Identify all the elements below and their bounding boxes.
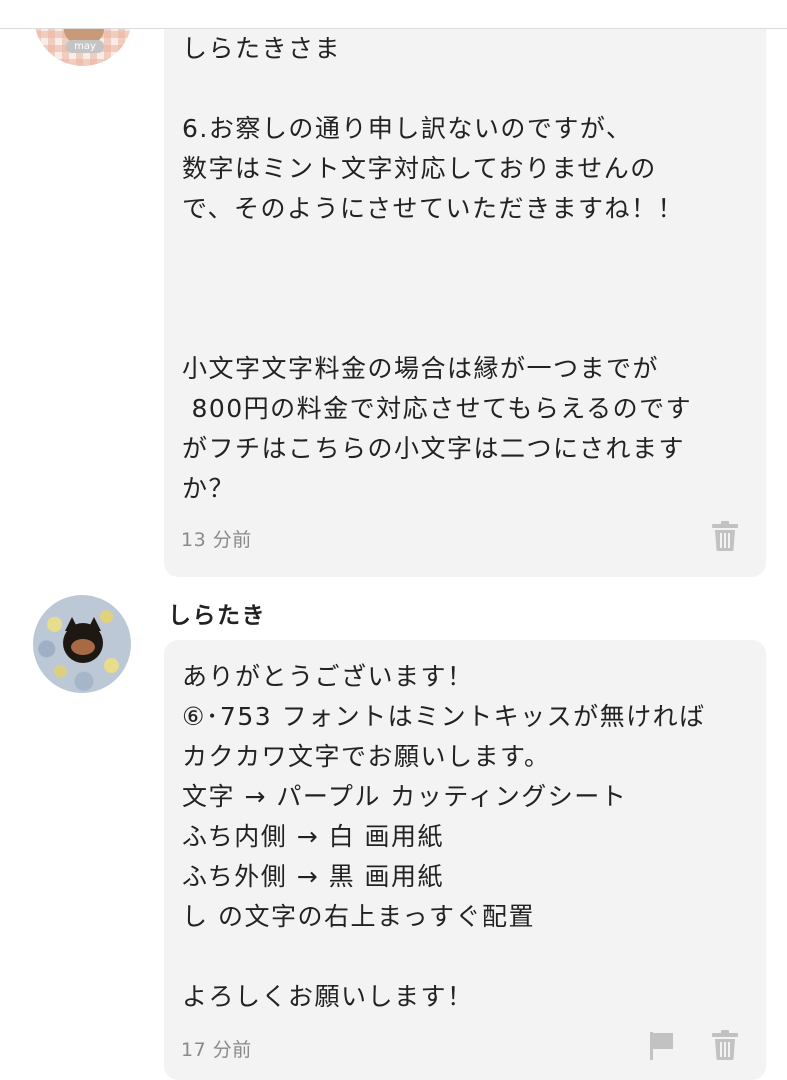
dog-face: [71, 639, 95, 655]
message-timestamp: 13 分前: [181, 529, 252, 551]
trash-icon[interactable]: [710, 520, 740, 552]
avatar[interactable]: [33, 595, 131, 693]
sender-name[interactable]: しらたき: [168, 596, 266, 630]
message-timestamp: 17 分前: [181, 1039, 252, 1061]
flag-icon[interactable]: [646, 1029, 676, 1061]
message-bubble: しらたきさま 6.お察しの通り申し訳ないのですが、 数字はミント文字対応しており…: [164, 10, 766, 577]
avatar-tag: may: [66, 40, 104, 53]
message-text: しらたきさま 6.お察しの通り申し訳ないのですが、 数字はミント文字対応しており…: [182, 34, 693, 503]
top-bar: [0, 0, 787, 29]
message-bubble: ありがとうございます！ ⑥･753 フォントはミントキッスが無ければ カクカワ文…: [164, 640, 766, 1080]
message-text: ありがとうございます！ ⑥･753 フォントはミントキッスが無ければ カクカワ文…: [182, 662, 706, 1011]
trash-icon[interactable]: [710, 1029, 740, 1061]
